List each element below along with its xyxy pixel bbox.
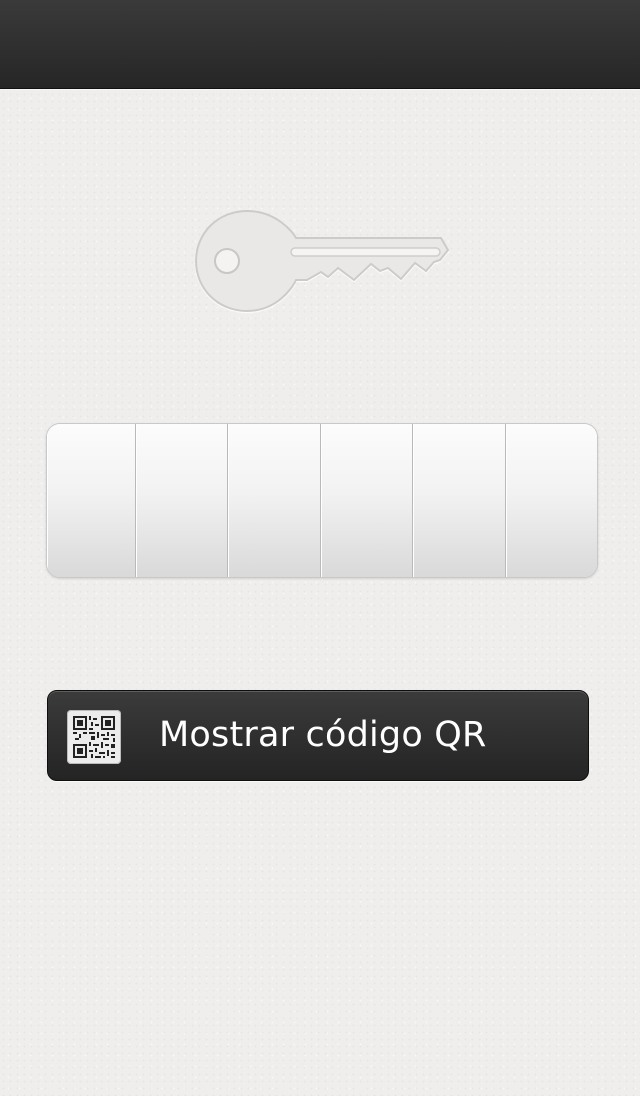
code-digit-2[interactable] xyxy=(136,424,229,577)
qr-code-icon xyxy=(67,710,121,764)
key-icon xyxy=(190,200,460,320)
code-digit-4[interactable] xyxy=(320,424,414,577)
top-bar xyxy=(0,0,640,89)
code-digit-3[interactable] xyxy=(228,424,321,577)
code-digit-5[interactable] xyxy=(413,424,506,577)
code-input[interactable] xyxy=(46,423,598,578)
code-digit-1[interactable] xyxy=(47,424,136,577)
show-qr-code-label: Mostrar código QR xyxy=(159,715,487,755)
code-digit-6[interactable] xyxy=(505,424,597,577)
show-qr-code-button[interactable]: Mostrar código QR xyxy=(47,690,589,781)
